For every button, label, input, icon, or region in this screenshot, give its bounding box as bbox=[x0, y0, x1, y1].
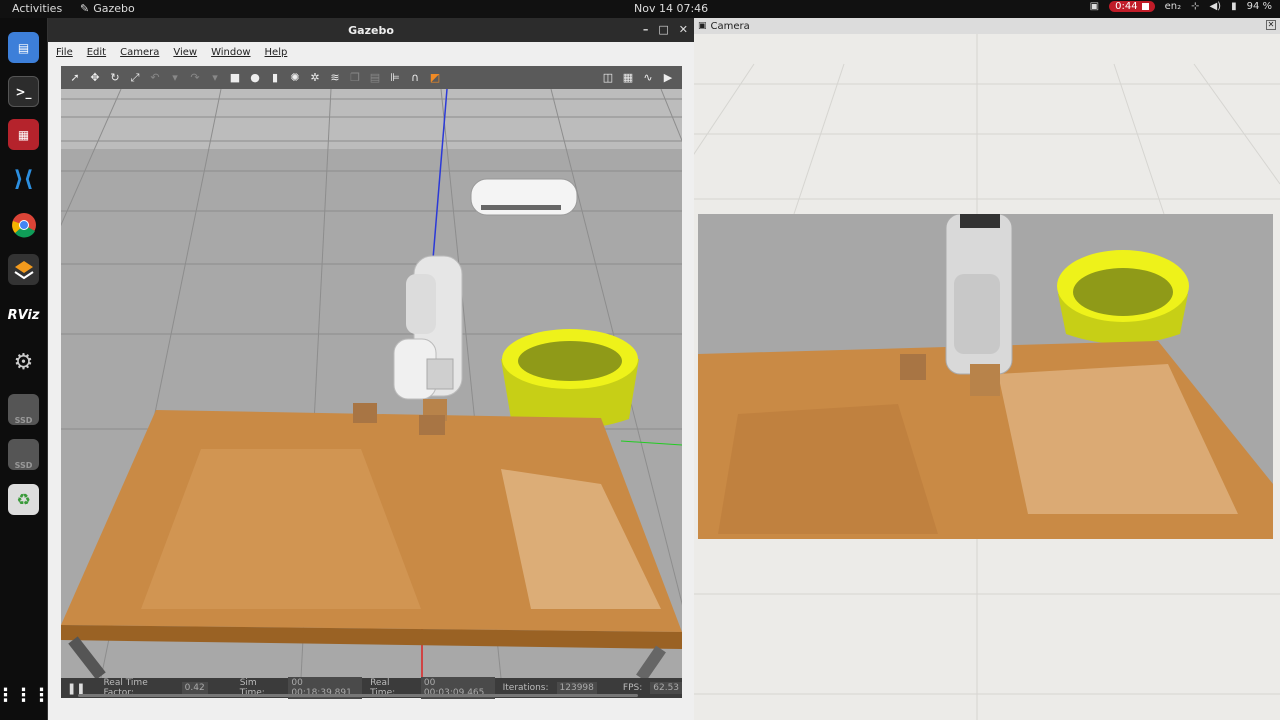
screen-recording-indicator[interactable]: 0:44 bbox=[1109, 1, 1155, 12]
close-icon[interactable]: ✕ bbox=[679, 23, 688, 36]
align-icon[interactable]: ⊫ bbox=[387, 70, 403, 86]
menu-bar: File Edit Camera View Window Help bbox=[48, 42, 694, 62]
clock[interactable]: Nov 14 07:46 bbox=[634, 2, 708, 15]
spot-light-icon[interactable]: ✲ bbox=[307, 70, 323, 86]
sphere-shape-icon[interactable]: ● bbox=[247, 70, 263, 86]
settings-icon[interactable]: ⚙ bbox=[8, 347, 39, 378]
translate-mode-icon[interactable]: ✥ bbox=[87, 70, 103, 86]
camera-window-title: Camera bbox=[710, 20, 750, 32]
gazebo-app-icon: ✎ bbox=[80, 2, 90, 15]
app-name: Gazebo bbox=[93, 2, 135, 15]
horizontal-scrollbar[interactable] bbox=[78, 694, 638, 697]
system-tray[interactable]: ▣ 0:44 en₂ ⊹ ◀) ▮ 94 % bbox=[1090, 1, 1272, 12]
ssd-drive-icon[interactable]: SSD bbox=[8, 394, 39, 425]
scene-viewport[interactable] bbox=[61, 89, 682, 678]
terminal-icon[interactable]: >_ bbox=[8, 76, 39, 107]
menu-window[interactable]: Window bbox=[211, 47, 250, 58]
system-top-bar: Activities ✎ Gazebo Nov 14 07:46 ▣ 0:44 e… bbox=[0, 0, 1280, 18]
language-indicator[interactable]: en₂ bbox=[1165, 1, 1182, 12]
paste-icon[interactable]: ▤ bbox=[367, 70, 383, 86]
battery-percent: 94 % bbox=[1246, 1, 1272, 12]
copy-icon[interactable]: ❐ bbox=[347, 70, 363, 86]
network-icon: ⊹ bbox=[1191, 1, 1200, 12]
pause-icon[interactable]: ❚❚ bbox=[67, 682, 85, 695]
scale-mode-icon[interactable]: ⤢ bbox=[127, 70, 143, 86]
point-light-icon[interactable]: ✺ bbox=[287, 70, 303, 86]
menu-file[interactable]: File bbox=[56, 47, 73, 58]
dock: ▤ >_ ▦ ⟩⟨ RViz ⚙ SSD SSD ♻ ⋮⋮⋮ bbox=[0, 18, 51, 720]
gazebo-titlebar[interactable]: Gazebo – □ ✕ bbox=[48, 18, 694, 42]
box-shape-icon[interactable]: ■ bbox=[227, 70, 243, 86]
files-icon[interactable]: ▤ bbox=[8, 32, 39, 63]
stop-icon bbox=[1141, 3, 1149, 10]
rtf-value: 0.42 bbox=[181, 682, 208, 694]
close-icon[interactable]: ✕ bbox=[1266, 20, 1276, 30]
iterations-label: Iterations: bbox=[502, 683, 549, 693]
scene-render bbox=[61, 89, 682, 678]
redo-icon[interactable]: ↷ bbox=[187, 70, 203, 86]
ssd-drive-icon-2[interactable]: SSD bbox=[8, 439, 39, 470]
camera-window: ▣ Camera ✕ bbox=[694, 18, 1280, 720]
cylinder-shape-icon[interactable]: ▮ bbox=[267, 70, 283, 86]
iterations-value: 123998 bbox=[556, 682, 597, 694]
recorder-icon[interactable]: ▦ bbox=[8, 119, 39, 150]
camera-image bbox=[698, 214, 1273, 539]
menu-camera[interactable]: Camera bbox=[120, 47, 159, 58]
activities-button[interactable]: Activities bbox=[12, 2, 62, 15]
show-apps-icon[interactable]: ⋮⋮⋮ bbox=[0, 680, 51, 711]
gazebo-window: Gazebo – □ ✕ File Edit Camera View Windo… bbox=[47, 18, 694, 720]
redo-dropdown-icon[interactable]: ▾ bbox=[207, 70, 223, 86]
change-view-icon[interactable]: ◩ bbox=[427, 70, 443, 86]
fps-value: 62.53 bbox=[650, 682, 683, 694]
fps-label: FPS: bbox=[622, 683, 643, 693]
camera-render bbox=[698, 214, 1273, 539]
app-menu[interactable]: ✎ Gazebo bbox=[80, 2, 135, 15]
rviz-icon[interactable]: RViz bbox=[8, 300, 40, 331]
battery-icon: ▮ bbox=[1231, 1, 1237, 12]
recording-time: 0:44 bbox=[1115, 1, 1138, 12]
rotate-mode-icon[interactable]: ↻ bbox=[107, 70, 123, 86]
log-icon[interactable]: ▦ bbox=[620, 70, 636, 86]
menu-help[interactable]: Help bbox=[265, 47, 288, 58]
select-mode-icon[interactable]: ➚ bbox=[67, 70, 83, 86]
undo-icon[interactable]: ↶ bbox=[147, 70, 163, 86]
menu-view[interactable]: View bbox=[173, 47, 197, 58]
vscode-icon[interactable]: ⟩⟨ bbox=[8, 164, 39, 195]
window-title: Gazebo bbox=[348, 23, 394, 37]
undo-dropdown-icon[interactable]: ▾ bbox=[167, 70, 183, 86]
gazebo-dock-icon[interactable] bbox=[8, 254, 39, 285]
maximize-icon[interactable]: □ bbox=[658, 23, 668, 36]
plot-icon[interactable]: ∿ bbox=[640, 70, 656, 86]
camera-window-icon: ▣ bbox=[698, 21, 707, 31]
video-record-icon[interactable]: ▶ bbox=[660, 70, 676, 86]
directional-light-icon[interactable]: ≋ bbox=[327, 70, 343, 86]
clipboard-icon[interactable]: ▣ bbox=[1090, 1, 1099, 12]
camera-titlebar[interactable]: ▣ Camera ✕ bbox=[694, 18, 1280, 34]
toolbar: ➚ ✥ ↻ ⤢ ↶ ▾ ↷ ▾ ■ ● ▮ ✺ ✲ ≋ ❐ ▤ ⊫ ∩ ◩ ◫ … bbox=[61, 66, 682, 89]
volume-icon: ◀) bbox=[1209, 1, 1222, 12]
snap-icon[interactable]: ∩ bbox=[407, 70, 423, 86]
window-controls: – □ ✕ bbox=[643, 23, 688, 36]
screenshot-icon[interactable]: ◫ bbox=[600, 70, 616, 86]
trash-icon[interactable]: ♻ bbox=[8, 484, 39, 515]
minimize-icon[interactable]: – bbox=[643, 23, 649, 36]
chrome-icon[interactable] bbox=[8, 209, 39, 240]
menu-edit[interactable]: Edit bbox=[87, 47, 106, 58]
